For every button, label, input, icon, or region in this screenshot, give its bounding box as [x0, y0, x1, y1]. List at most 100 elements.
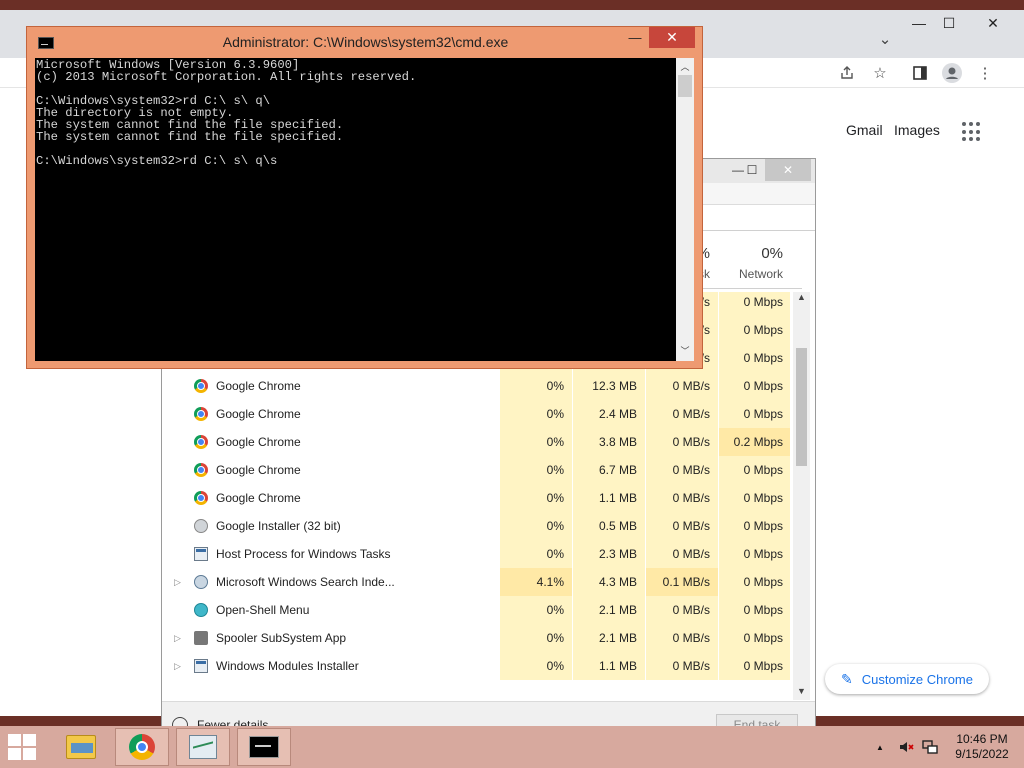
- network-cell: 0.2 Mbps: [718, 428, 790, 456]
- chrome-menu-button[interactable]: ⋮: [970, 60, 1000, 86]
- disk-cell: 0 MB/s: [645, 652, 718, 680]
- taskbar-file-explorer[interactable]: [54, 728, 108, 766]
- console-line: C:\Windows\system32>rd C:\ s\ q\s: [36, 154, 278, 168]
- chrome-close-button[interactable]: ✕: [970, 10, 1016, 36]
- scroll-up-icon[interactable]: ︿: [676, 60, 694, 73]
- cpu-cell: 0%: [499, 372, 572, 400]
- share-button[interactable]: [832, 60, 862, 86]
- start-button[interactable]: [8, 734, 38, 760]
- shell-icon: [194, 603, 208, 617]
- network-column-header[interactable]: 0% Network: [718, 245, 791, 281]
- expand-arrow-icon[interactable]: ▷: [174, 624, 181, 652]
- network-cell: 0 Mbps: [718, 316, 790, 344]
- network-usage-total: 0%: [761, 245, 783, 262]
- google-apps-icon[interactable]: [962, 122, 982, 142]
- process-row[interactable]: Google Installer (32 bit) 0% 0.5 MB 0 MB/s 0…: [166, 512, 790, 540]
- cpu-cell: 4.1%: [499, 568, 572, 596]
- process-name: Spooler SubSystem App: [216, 631, 347, 645]
- process-row[interactable]: ▷ Microsoft Windows Search Inde... 4.1% 4.3…: [166, 568, 790, 596]
- star-icon: ☆: [873, 65, 887, 82]
- network-cell: 0 Mbps: [718, 372, 790, 400]
- tm-vertical-scrollbar[interactable]: ▲ ▼: [793, 292, 810, 700]
- console-line: (c) 2013 Microsoft Corporation. All righ…: [36, 70, 417, 84]
- network-cell: 0 Mbps: [718, 624, 790, 652]
- cmd-titlebar[interactable]: Administrator: C:\Windows\system32\cmd.e…: [27, 27, 702, 58]
- show-hidden-icons-button[interactable]: ▲: [876, 743, 884, 752]
- tm-maximize-button[interactable]: ☐: [736, 159, 768, 181]
- memory-cell: 2.1 MB: [572, 624, 645, 652]
- chrome-icon: [194, 463, 208, 477]
- console-line: The system cannot find the file specifie…: [36, 130, 344, 144]
- disk-cell: 0 MB/s: [645, 512, 718, 540]
- console-output[interactable]: Microsoft Windows [Version 6.3.9600] (c) …: [35, 58, 676, 361]
- clock-time: 10:46 PM: [956, 732, 1008, 746]
- cmd-window: Administrator: C:\Windows\system32\cmd.e…: [26, 26, 703, 369]
- process-row[interactable]: Google Chrome 0% 12.3 MB 0 MB/s 0 Mbps: [166, 372, 790, 400]
- scroll-down-icon[interactable]: ﹀: [676, 344, 694, 357]
- process-name: Google Installer (32 bit): [216, 519, 341, 533]
- disk-cell: 0 MB/s: [645, 624, 718, 652]
- avatar-icon: [942, 63, 962, 83]
- expand-arrow-icon[interactable]: ▷: [174, 568, 181, 596]
- cmd-close-button[interactable]: ✕: [649, 27, 695, 48]
- cpu-cell: 0%: [499, 428, 572, 456]
- memory-cell: 2.3 MB: [572, 540, 645, 568]
- memory-cell: 2.4 MB: [572, 400, 645, 428]
- taskbar-clock[interactable]: 10:46 PM 9/15/2022: [950, 732, 1014, 762]
- cmd-window-title: Administrator: C:\Windows\system32\cmd.e…: [222, 34, 509, 50]
- task-manager-icon: [189, 735, 217, 759]
- search-indexer-icon: [194, 575, 208, 589]
- images-link[interactable]: Images: [894, 122, 940, 138]
- process-row[interactable]: Google Chrome 0% 1.1 MB 0 MB/s 0 Mbps: [166, 484, 790, 512]
- chrome-icon: [194, 435, 208, 449]
- tm-close-button[interactable]: ✕: [765, 159, 811, 181]
- taskbar-command-prompt[interactable]: [237, 728, 291, 766]
- disk-cell: 0 MB/s: [645, 372, 718, 400]
- system-tray: ▲: [876, 726, 938, 768]
- customize-chrome-button[interactable]: ✎ Customize Chrome: [825, 664, 989, 694]
- process-row[interactable]: Host Process for Windows Tasks 0% 2.3 MB 0 …: [166, 540, 790, 568]
- chrome-maximize-button[interactable]: ☐: [926, 10, 972, 36]
- volume-muted-icon[interactable]: [898, 739, 914, 755]
- cpu-cell: 0%: [499, 512, 572, 540]
- memory-cell: 1.1 MB: [572, 484, 645, 512]
- memory-cell: 6.7 MB: [572, 456, 645, 484]
- folder-icon: [66, 735, 96, 759]
- bookmark-button[interactable]: ☆: [865, 60, 895, 86]
- scroll-up-icon[interactable]: ▲: [793, 292, 810, 302]
- scroll-down-icon[interactable]: ▼: [793, 686, 810, 696]
- process-row[interactable]: Google Chrome 0% 3.8 MB 0 MB/s 0.2 Mbps: [166, 428, 790, 456]
- chrome-icon: [129, 734, 155, 760]
- network-cell: 0 Mbps: [718, 456, 790, 484]
- process-row[interactable]: Open-Shell Menu 0% 2.1 MB 0 MB/s 0 Mbps: [166, 596, 790, 624]
- cpu-cell: 0%: [499, 456, 572, 484]
- process-name: Google Chrome: [216, 379, 301, 393]
- taskbar-task-manager[interactable]: [176, 728, 230, 766]
- cmd-minimize-button[interactable]: —: [621, 27, 649, 48]
- side-panel-button[interactable]: [905, 60, 935, 86]
- disk-cell: 0 MB/s: [645, 596, 718, 624]
- cpu-cell: 0%: [499, 400, 572, 428]
- profile-button[interactable]: [937, 60, 967, 86]
- customize-chrome-label: Customize Chrome: [861, 671, 973, 687]
- network-icon[interactable]: [922, 739, 938, 755]
- taskbar-google-chrome[interactable]: [115, 728, 169, 766]
- process-name: Windows Modules Installer: [216, 659, 359, 673]
- scrollbar-thumb[interactable]: [678, 75, 692, 97]
- expand-arrow-icon[interactable]: ▷: [174, 652, 181, 680]
- process-row[interactable]: ▷ Windows Modules Installer 0% 1.1 MB 0 MB/s…: [166, 652, 790, 680]
- process-row[interactable]: Google Chrome 0% 6.7 MB 0 MB/s 0 Mbps: [166, 456, 790, 484]
- scrollbar-thumb[interactable]: [796, 348, 807, 466]
- installer-icon: [194, 519, 208, 533]
- process-row[interactable]: ▷ Spooler SubSystem App 0% 2.1 MB 0 MB/s 0 Mb…: [166, 624, 790, 652]
- disk-cell: 0.1 MB/s: [645, 568, 718, 596]
- gmail-link[interactable]: Gmail: [846, 122, 883, 138]
- chevron-down-icon: ⌄: [878, 31, 892, 48]
- process-name: Microsoft Windows Search Inde...: [216, 575, 395, 589]
- cmd-vertical-scrollbar[interactable]: ︿ ﹀: [676, 58, 694, 361]
- network-cell: 0 Mbps: [718, 540, 790, 568]
- windows-logo-icon: [8, 734, 21, 746]
- process-name: Google Chrome: [216, 491, 301, 505]
- process-name: Google Chrome: [216, 463, 301, 477]
- process-row[interactable]: Google Chrome 0% 2.4 MB 0 MB/s 0 Mbps: [166, 400, 790, 428]
